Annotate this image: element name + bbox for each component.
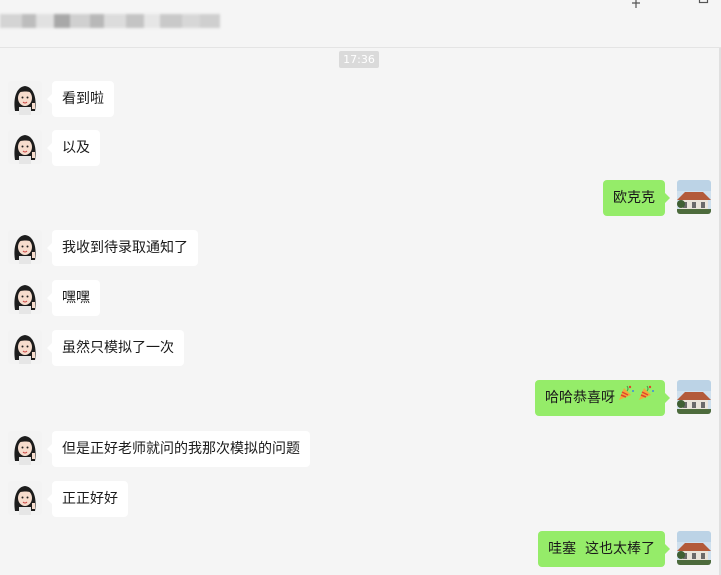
message-bubble[interactable]: 正正好好: [47, 481, 128, 517]
message-bubble[interactable]: 欧克克: [603, 180, 670, 216]
message-row-outgoing: 哈哈恭喜呀: [0, 380, 721, 420]
contact-avatar[interactable]: [8, 330, 42, 364]
party-popper-icon: [637, 380, 655, 416]
chat-window: 17:36 看到啦 以及 欧克克 我收到待录取通知了 嘿嘿 虽然只模拟了一次 哈…: [0, 0, 721, 575]
contact-avatar[interactable]: [8, 481, 42, 515]
title-bar: [0, 0, 721, 48]
user-avatar[interactable]: [677, 531, 711, 565]
user-avatar[interactable]: [677, 380, 711, 414]
maximize-icon[interactable]: [687, 0, 721, 14]
contact-avatar[interactable]: [8, 431, 42, 465]
message-row-outgoing: 哇塞 这也太棒了: [0, 531, 721, 571]
pin-icon[interactable]: [619, 0, 653, 14]
contact-avatar[interactable]: [8, 130, 42, 164]
party-popper-icon: [617, 380, 635, 416]
message-row-incoming: 虽然只模拟了一次: [0, 330, 721, 370]
contact-avatar[interactable]: [8, 230, 42, 264]
message-row-incoming: 我收到待录取通知了: [0, 230, 721, 270]
message-bubble[interactable]: 但是正好老师就问的我那次模拟的问题: [47, 431, 310, 467]
message-bubble[interactable]: 虽然只模拟了一次: [47, 330, 184, 366]
window-controls: [619, 0, 721, 14]
contact-avatar[interactable]: [8, 81, 42, 115]
message-bubble[interactable]: 以及: [47, 130, 100, 166]
message-bubble[interactable]: 哈哈恭喜呀: [535, 380, 670, 416]
user-avatar[interactable]: [677, 180, 711, 214]
message-row-incoming: 但是正好老师就问的我那次模拟的问题: [0, 431, 721, 471]
contact-avatar[interactable]: [8, 280, 42, 314]
message-bubble[interactable]: 我收到待录取通知了: [47, 230, 198, 266]
message-bubble[interactable]: 看到啦: [47, 81, 114, 117]
contact-name-blurred: [0, 10, 240, 32]
message-bubble[interactable]: 嘿嘿: [47, 280, 100, 316]
message-bubble[interactable]: 哇塞 这也太棒了: [538, 531, 670, 567]
minimize-icon[interactable]: [653, 0, 687, 14]
message-row-incoming: 看到啦: [0, 81, 721, 121]
message-text: 哈哈恭喜呀: [545, 390, 615, 406]
message-row-outgoing: 欧克克: [0, 180, 721, 220]
timestamp: 17:36: [339, 51, 379, 68]
message-row-incoming: 以及: [0, 130, 721, 170]
message-row-incoming: 正正好好: [0, 481, 721, 521]
message-row-incoming: 嘿嘿: [0, 280, 721, 320]
